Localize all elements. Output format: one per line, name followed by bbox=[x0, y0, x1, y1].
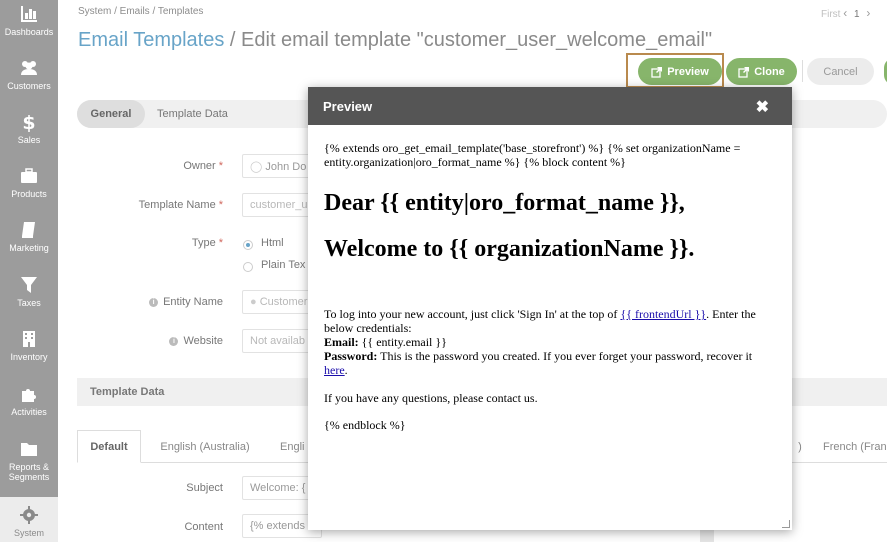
template-name-label: Template Name * bbox=[138, 199, 223, 211]
preview-button[interactable]: Preview bbox=[638, 58, 722, 85]
clone-button-label: Clone bbox=[754, 65, 785, 78]
sidebar-item-dashboards[interactable]: Dashboards bbox=[0, 4, 58, 58]
dollar-icon: $ bbox=[22, 112, 35, 132]
users-icon bbox=[21, 61, 37, 75]
tab-french[interactable]: French (Fran bbox=[810, 430, 887, 463]
tab-default[interactable]: Default bbox=[77, 430, 141, 463]
sidebar-item-label: Customers bbox=[7, 81, 51, 91]
share-icon bbox=[651, 66, 663, 78]
sidebar-item-inventory[interactable]: Inventory bbox=[0, 329, 58, 383]
sidebar-item-label: Taxes bbox=[17, 298, 41, 308]
sidebar-item-label: Reports & Segments bbox=[8, 462, 50, 482]
user-icon: ● bbox=[250, 296, 257, 308]
pager-first[interactable]: First bbox=[821, 9, 840, 20]
template-code-line: {% extends oro_get_email_template('base_… bbox=[324, 141, 741, 169]
sidebar-item-customers[interactable]: Customers bbox=[0, 58, 58, 112]
sidebar-item-label: Sales bbox=[17, 135, 41, 145]
page-title: Email Templates / Edit email template "c… bbox=[78, 29, 712, 52]
sidebar-item-reports[interactable]: Reports & Segments bbox=[0, 439, 58, 493]
clone-button[interactable]: Clone bbox=[726, 58, 797, 85]
password-label: Password: bbox=[324, 349, 378, 363]
sidebar-item-products[interactable]: Products bbox=[0, 166, 58, 220]
puzzle-icon bbox=[22, 389, 36, 402]
endblock-text: {% endblock %} bbox=[324, 418, 406, 432]
sidebar-item-label: Marketing bbox=[9, 243, 49, 253]
building-icon bbox=[23, 331, 35, 347]
owner-label: Owner * bbox=[183, 160, 223, 172]
info-icon[interactable]: i bbox=[169, 337, 179, 346]
sidebar-item-activities[interactable]: Activities bbox=[0, 384, 58, 438]
pager-page: 1 bbox=[854, 9, 860, 20]
sidebar-item-label: System bbox=[13, 528, 44, 538]
info-icon[interactable]: i bbox=[149, 298, 159, 307]
sidebar-item-marketing[interactable]: Marketing bbox=[0, 220, 58, 274]
sidebar: Dashboards Customers $ Sales Products Ma… bbox=[0, 0, 58, 542]
sidebar-item-label: Dashboards bbox=[4, 27, 54, 37]
modal-title: Preview bbox=[323, 99, 373, 114]
type-label: Type * bbox=[191, 237, 223, 249]
modal-header: Preview ✖ bbox=[308, 87, 792, 125]
share-icon bbox=[738, 66, 750, 78]
chevron-left-icon[interactable]: ‹ bbox=[843, 6, 847, 20]
sidebar-item-sales[interactable]: $ Sales bbox=[0, 112, 58, 166]
sidebar-item-label: Inventory bbox=[10, 352, 48, 362]
entity-name-label: i Entity Name bbox=[83, 296, 223, 308]
type-plain-label: Plain Tex bbox=[261, 259, 306, 271]
email-label: Email: bbox=[324, 335, 359, 349]
sidebar-item-taxes[interactable]: Taxes bbox=[0, 275, 58, 329]
login-paragraph: To log into your new account, just click… bbox=[324, 307, 756, 377]
sidebar-item-label: Products bbox=[11, 189, 47, 199]
breadcrumb[interactable]: System / Emails / Templates bbox=[78, 6, 203, 17]
cancel-button[interactable]: Cancel bbox=[807, 58, 874, 85]
content-label: Content bbox=[184, 521, 223, 533]
tab-hidden[interactable]: ) bbox=[790, 430, 810, 463]
briefcase-icon bbox=[21, 168, 37, 183]
toolbar-divider bbox=[802, 60, 803, 82]
resize-handle[interactable] bbox=[782, 520, 790, 528]
questions-text: If you have any questions, please contac… bbox=[324, 391, 538, 405]
welcome-heading: Welcome to {{ organizationName }}. bbox=[324, 236, 695, 262]
tab-english-australia[interactable]: English (Australia) bbox=[141, 430, 269, 463]
sidebar-item-system[interactable]: System bbox=[0, 497, 58, 542]
tab-english[interactable]: Engli bbox=[269, 430, 309, 463]
preview-modal: Preview ✖ {% extends oro_get_email_templ… bbox=[308, 87, 792, 530]
pager: First ‹ 1 › bbox=[821, 6, 870, 20]
type-plain-radio[interactable] bbox=[243, 262, 253, 272]
filter-icon bbox=[21, 277, 37, 293]
tab-template-data[interactable]: Template Data bbox=[157, 100, 228, 128]
scrollbar[interactable] bbox=[700, 530, 714, 542]
sidebar-item-label: Activities bbox=[11, 407, 47, 417]
book-icon bbox=[22, 222, 35, 238]
tab-general[interactable]: General bbox=[77, 100, 145, 128]
page-title-current: Edit email template "customer_user_welco… bbox=[241, 29, 713, 51]
frontend-url-link[interactable]: {{ frontendUrl }} bbox=[620, 307, 706, 321]
close-icon[interactable]: ✖ bbox=[756, 97, 769, 117]
subject-label: Subject bbox=[186, 482, 223, 494]
type-html-radio[interactable] bbox=[243, 240, 253, 250]
page-title-root[interactable]: Email Templates bbox=[78, 29, 224, 51]
gear-icon bbox=[20, 506, 38, 524]
modal-body: {% extends oro_get_email_template('base_… bbox=[308, 125, 792, 448]
preview-button-label: Preview bbox=[667, 65, 709, 78]
website-label: i Website bbox=[83, 335, 223, 347]
greeting-heading: Dear {{ entity|oro_format_name }}, bbox=[324, 190, 685, 216]
chevron-right-icon[interactable]: › bbox=[866, 6, 870, 20]
page-title-separator: / bbox=[224, 29, 242, 51]
type-html-label: Html bbox=[261, 237, 284, 249]
chart-icon bbox=[21, 6, 37, 22]
folder-icon bbox=[21, 443, 37, 456]
user-icon: ◯ bbox=[250, 161, 263, 173]
recover-link[interactable]: here bbox=[324, 363, 345, 377]
svg-text:$: $ bbox=[22, 112, 35, 132]
